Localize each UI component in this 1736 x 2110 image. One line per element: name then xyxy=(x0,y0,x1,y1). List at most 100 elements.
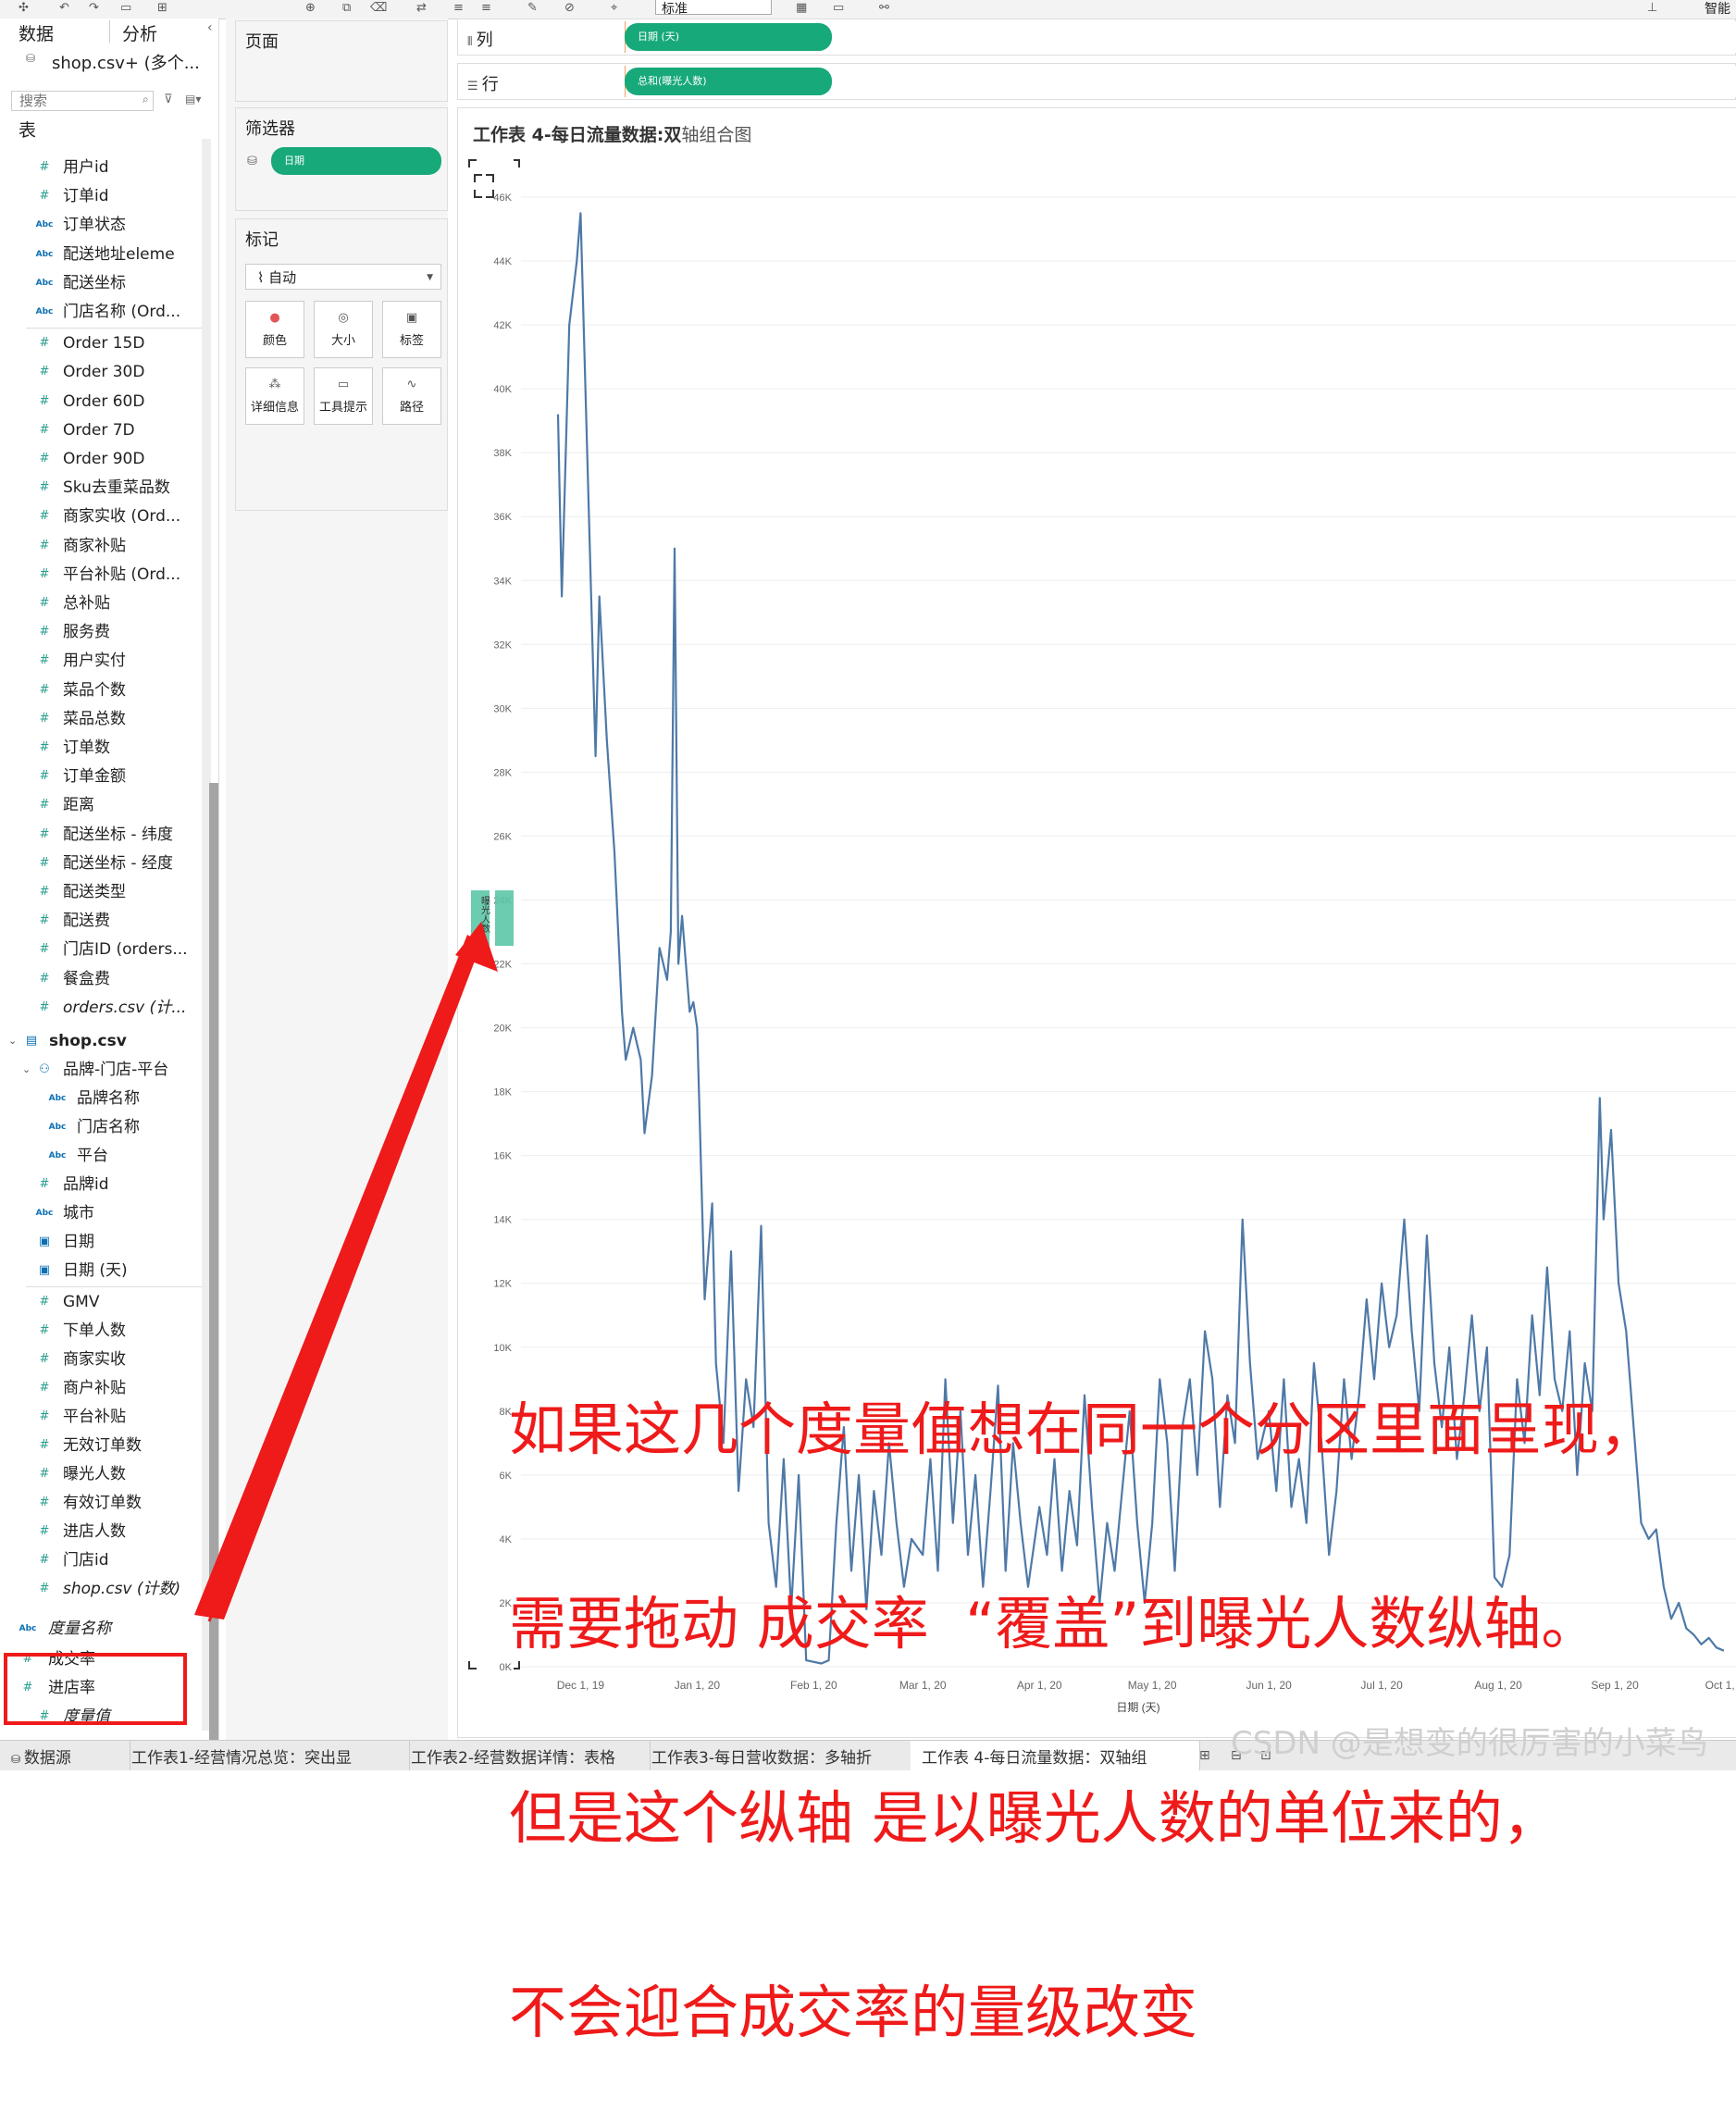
field-item[interactable]: # 配送坐标 - 经度 xyxy=(0,850,204,877)
hierarchy-field[interactable]: Abc 平台 xyxy=(0,1142,204,1170)
field-item[interactable]: # 订单数 xyxy=(0,734,204,762)
field-item[interactable]: # 用户实付 xyxy=(0,647,204,675)
field-item[interactable]: # 曝光人数 xyxy=(0,1460,204,1488)
field-item[interactable]: # 配送坐标 - 纬度 xyxy=(0,821,204,849)
datasource-item[interactable]: ⛁ shop.csv+ (多个... xyxy=(26,50,200,74)
search-input[interactable] xyxy=(11,91,154,111)
filters-card[interactable]: 筛选器 ⛁ 日期 xyxy=(235,107,448,211)
field-item[interactable]: # 距离 xyxy=(0,791,204,819)
swap-icon[interactable]: ⇄ xyxy=(416,1,427,15)
measure-names-field[interactable]: Abc 度量名称 xyxy=(0,1615,204,1643)
tab-data[interactable]: 数据 xyxy=(19,20,54,45)
field-item[interactable]: # 商家补贴 xyxy=(0,532,204,560)
chart-icon[interactable]: ▦ xyxy=(796,1,807,15)
tab-sheet-4[interactable]: 工作表 4-每日流量数据：双轴组 xyxy=(911,1741,1200,1770)
duplicate-icon[interactable]: ⧉ xyxy=(342,1,351,15)
field-item[interactable]: # 用户id xyxy=(0,154,204,181)
field-item[interactable]: # 餐盒费 xyxy=(0,965,204,993)
axis-drop-zone-2[interactable] xyxy=(495,890,514,947)
field-item[interactable]: # 商户补贴 xyxy=(0,1374,204,1402)
new-worksheet-icon[interactable]: ⊞ xyxy=(1199,1748,1210,1763)
redo-icon[interactable]: ↷ xyxy=(89,1,99,15)
field-item[interactable]: Abc 城市 xyxy=(0,1199,204,1227)
rows-shelf[interactable]: ☰ 行 总和(曝光人数) xyxy=(457,63,1736,100)
tab-analysis[interactable]: 分析 xyxy=(122,20,157,45)
pages-card[interactable]: 页面 xyxy=(235,20,448,102)
save-icon[interactable]: ▭ xyxy=(120,1,131,15)
pin-toolbar-icon[interactable]: ⊥ xyxy=(1647,1,1657,15)
field-item[interactable]: # 商家实收 xyxy=(0,1346,204,1373)
new-sheet-icon[interactable]: ⊕ xyxy=(305,1,316,15)
field-item[interactable]: # Sku去重菜品数 xyxy=(0,474,204,502)
field-item[interactable]: # 服务费 xyxy=(0,618,204,646)
collapse-pane-icon[interactable]: ‹ xyxy=(207,20,213,35)
field-item[interactable]: # 平台补贴 (Ord... xyxy=(0,561,204,589)
hierarchy-field[interactable]: Abc 门店名称 xyxy=(0,1113,204,1141)
group-icon[interactable]: ⊘ xyxy=(564,1,575,15)
columns-pill-date-day[interactable]: 日期 (天) xyxy=(625,23,832,51)
present-icon[interactable]: ▭ xyxy=(833,1,844,15)
highlight-icon[interactable]: ✎ xyxy=(527,1,538,15)
path-button[interactable]: ∿ 路径 xyxy=(382,367,441,425)
field-item[interactable]: # 平台补贴 xyxy=(0,1403,204,1431)
fit-select[interactable]: 标准 xyxy=(655,0,772,17)
hierarchy-field[interactable]: Abc 品牌名称 xyxy=(0,1085,204,1112)
field-item[interactable]: # 总补贴 xyxy=(0,590,204,617)
columns-shelf[interactable]: ⫴ 列 日期 (天) xyxy=(457,19,1736,56)
tab-sheet-1[interactable]: 工作表1-经营情况总览：突出显 xyxy=(120,1741,410,1770)
mark-type-select[interactable]: ⌇ 自动 ▼ xyxy=(245,264,441,290)
field-item[interactable]: # 菜品个数 xyxy=(0,676,204,704)
field-item[interactable]: # 门店id xyxy=(0,1546,204,1574)
field-item[interactable]: Abc 配送地址eleme xyxy=(0,241,204,268)
field-item[interactable]: # 品牌id xyxy=(0,1171,204,1198)
field-item[interactable]: # 门店ID (orders... xyxy=(0,936,204,963)
color-button[interactable]: ● 颜色 xyxy=(245,301,304,358)
tab-sheet-3[interactable]: 工作表3-每日营收数据：多轴折 xyxy=(640,1741,921,1770)
field-item[interactable]: # Order 60D xyxy=(0,388,204,416)
label-button[interactable]: ▣ 标签 xyxy=(382,301,441,358)
field-item[interactable]: # GMV xyxy=(0,1288,204,1316)
field-item[interactable]: # 商家实收 (Ord... xyxy=(0,503,204,530)
field-item[interactable]: # Order 15D xyxy=(0,329,204,357)
clear-icon[interactable]: ⌫ xyxy=(370,1,387,15)
field-item[interactable]: # Order 90D xyxy=(0,445,204,473)
add-datasource-icon[interactable]: ⊞ xyxy=(157,1,167,15)
field-item[interactable]: ▣ 日期 (天) xyxy=(0,1257,204,1285)
show-me-button[interactable]: 智能 xyxy=(1705,0,1730,18)
share-icon[interactable]: ⚯ xyxy=(879,1,889,15)
field-item[interactable]: # 进店人数 xyxy=(0,1518,204,1545)
field-item[interactable]: # 无效订单数 xyxy=(0,1432,204,1459)
table-shop-csv[interactable]: ⌄ ▤ shop.csv xyxy=(0,1027,204,1055)
pin-icon[interactable]: ⌖ xyxy=(611,1,617,15)
field-item[interactable]: # orders.csv (计... xyxy=(0,994,204,1022)
tableau-logo-icon[interactable]: ✣ xyxy=(19,1,29,15)
search-icon[interactable]: ⌕ xyxy=(143,93,149,106)
rows-pill-exposure[interactable]: 总和(曝光人数) xyxy=(625,68,832,95)
field-item[interactable]: # 有效订单数 xyxy=(0,1489,204,1517)
view-options-icon[interactable]: ▤▾ xyxy=(185,93,201,106)
field-item[interactable]: ▣ 日期 xyxy=(0,1228,204,1256)
field-item[interactable]: # 订单id xyxy=(0,182,204,210)
field-item[interactable]: Abc 订单状态 xyxy=(0,211,204,239)
filter-icon[interactable]: ⊽ xyxy=(164,93,173,106)
sort-desc-icon[interactable]: ≡ xyxy=(481,1,491,15)
field-item[interactable]: # shop.csv (计数) xyxy=(0,1575,204,1603)
field-item[interactable]: # 配送费 xyxy=(0,907,204,935)
fit-icon[interactable] xyxy=(474,174,494,198)
field-item[interactable]: Abc 配送坐标 xyxy=(0,269,204,297)
tab-sheet-2[interactable]: 工作表2-经营数据详情：表格 xyxy=(400,1741,651,1770)
field-item[interactable]: # 配送类型 xyxy=(0,878,204,906)
sort-asc-icon[interactable]: ≡ xyxy=(453,1,464,15)
field-item[interactable]: # Order 30D xyxy=(0,358,204,386)
size-button[interactable]: ◎ 大小 xyxy=(314,301,373,358)
scrollbar-thumb[interactable] xyxy=(209,783,218,1745)
detail-button[interactable]: ⁂ 详细信息 xyxy=(245,367,304,425)
field-item[interactable]: # Order 7D xyxy=(0,416,204,444)
filter-pill-date[interactable]: 日期 xyxy=(271,147,441,175)
tab-datasource[interactable]: ⛁ 数据源 xyxy=(0,1741,130,1770)
tooltip-button[interactable]: ▭ 工具提示 xyxy=(314,367,373,425)
hierarchy-item[interactable]: ⌄ ⚇ 品牌-门店-平台 xyxy=(0,1056,204,1084)
undo-icon[interactable]: ↶ xyxy=(59,1,69,15)
expand-icon[interactable] xyxy=(468,159,520,168)
field-item[interactable]: # 订单金额 xyxy=(0,763,204,790)
